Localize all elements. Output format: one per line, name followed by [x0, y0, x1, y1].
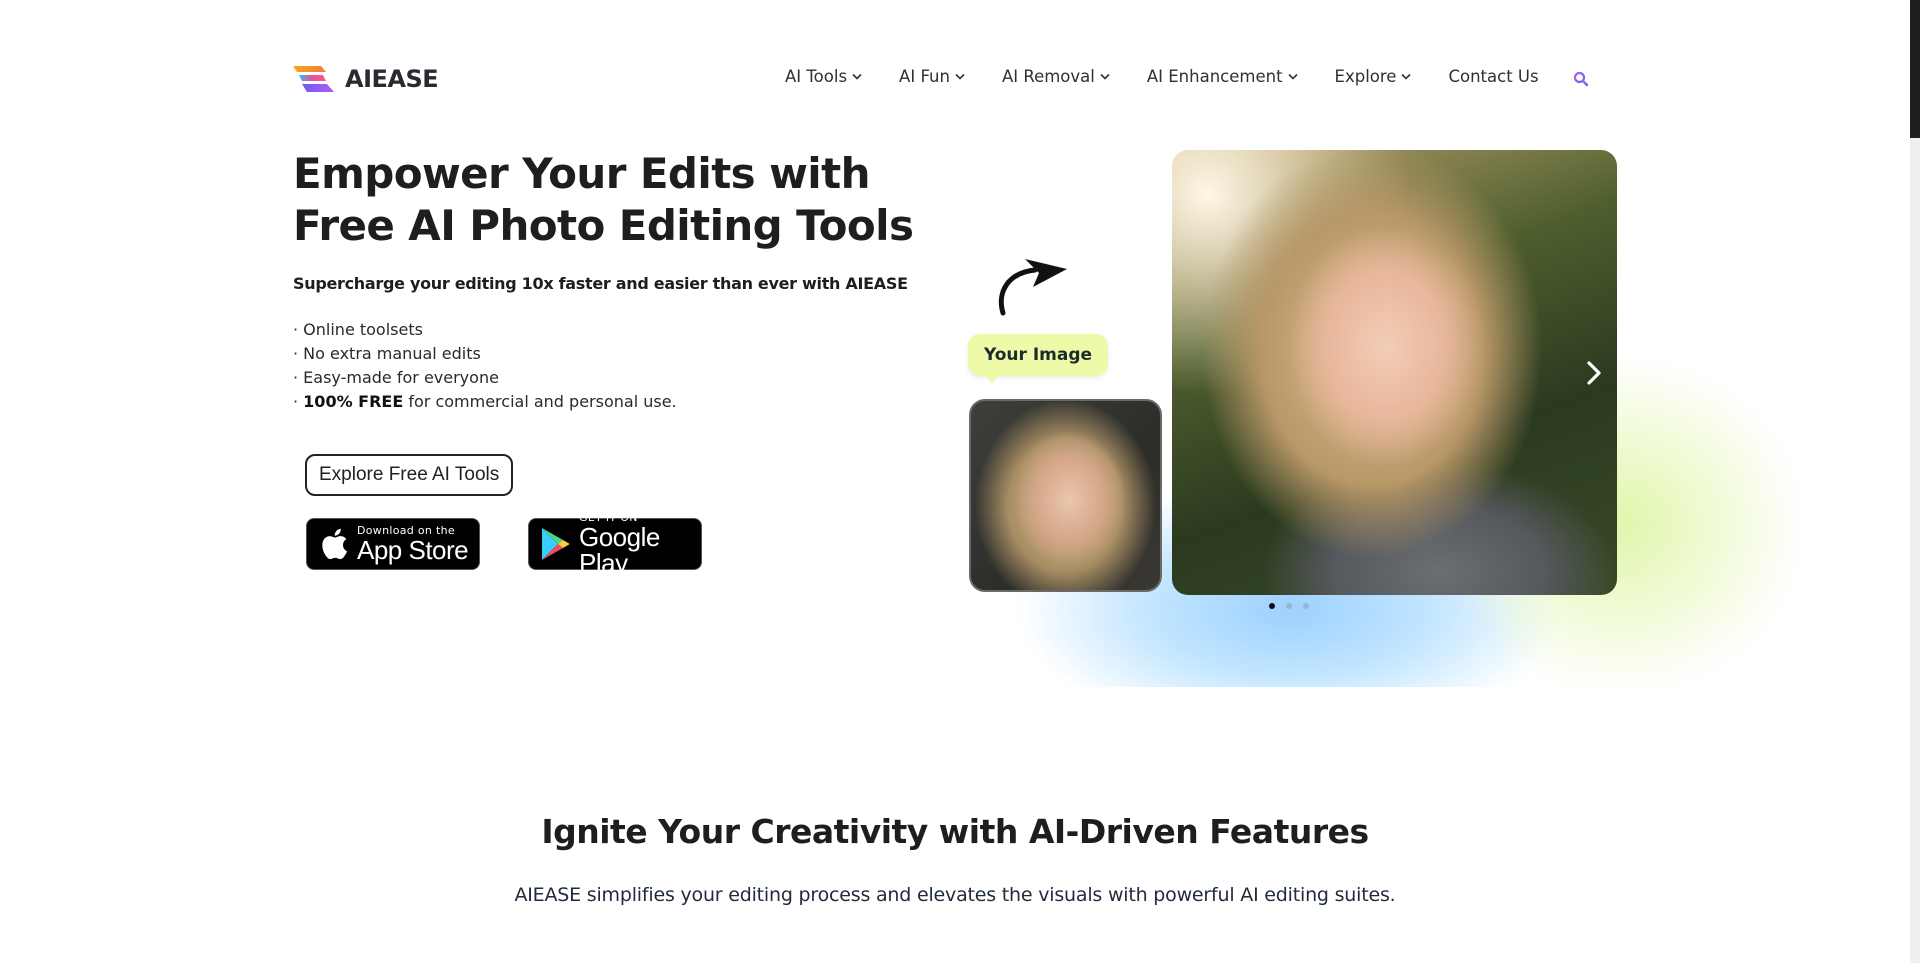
nav-label: AI Enhancement [1146, 66, 1283, 86]
google-play-text: GET IT ON Google Play [579, 512, 701, 576]
site-header: AIEASE AI Tools AI Fun AI Removal AI Enh… [0, 0, 1910, 140]
bullet-text: Online toolsets [303, 320, 423, 339]
google-play-big-text: Google Play [579, 522, 660, 578]
bullet-item: · 100% FREE for commercial and personal … [293, 390, 677, 414]
bullet-item: · Online toolsets [293, 318, 677, 342]
feature-bullet-list: · Online toolsets · No extra manual edit… [293, 318, 677, 414]
nav-label: AI Tools [785, 66, 848, 86]
app-store-big-text: App Store [357, 535, 469, 565]
main-nav: AI Tools AI Fun AI Removal AI Enhancemen… [785, 64, 1589, 88]
aiease-logo-icon [293, 66, 334, 92]
search-icon[interactable] [1573, 71, 1589, 87]
nav-explore[interactable]: Explore [1335, 67, 1412, 86]
chevron-down-icon [955, 73, 965, 80]
bullet-dot: · [293, 344, 304, 363]
before-image [969, 399, 1162, 592]
nav-contact-us[interactable]: Contact Us [1448, 67, 1538, 86]
bullet-text: for commercial and personal use. [403, 392, 677, 411]
carousel-dot[interactable] [1303, 603, 1309, 609]
page-scrollbar[interactable] [1910, 0, 1920, 963]
nav-label: Contact Us [1448, 66, 1539, 86]
nav-label: AI Removal [1001, 66, 1095, 86]
bullet-text: Easy-made for everyone [303, 368, 499, 387]
google-play-badge[interactable]: GET IT ON Google Play [528, 512, 702, 576]
chevron-down-icon [1287, 73, 1298, 80]
apple-icon [322, 528, 347, 560]
nav-label: AI Fun [899, 66, 950, 86]
hero-subtitle: Supercharge your editing 10x faster and … [293, 274, 908, 293]
scrollbar-thumb[interactable] [1910, 0, 1920, 138]
nav-ai-enhancement[interactable]: AI Enhancement [1147, 67, 1298, 86]
bullet-bold-text: 100% FREE [303, 392, 404, 411]
carousel-dot[interactable] [1269, 603, 1275, 609]
after-image [1172, 150, 1617, 595]
bullet-item: · No extra manual edits [293, 342, 677, 366]
bullet-dot: · [293, 320, 304, 339]
nav-ai-fun[interactable]: AI Fun [899, 67, 965, 86]
nav-ai-removal[interactable]: AI Removal [1002, 67, 1110, 86]
features-title: Ignite Your Creativity with AI-Driven Fe… [541, 812, 1369, 851]
nav-ai-tools[interactable]: AI Tools [785, 67, 862, 86]
hero-title: Empower Your Edits with Free AI Photo Ed… [293, 149, 914, 250]
app-store-badge[interactable]: Download on the App Store [306, 518, 480, 570]
app-store-text: Download on the App Store [357, 525, 469, 565]
nav-label: Explore [1334, 66, 1397, 86]
carousel-dot[interactable] [1286, 603, 1292, 609]
features-subtitle: AIEASE simplifies your editing process a… [514, 884, 1396, 906]
bullet-dot: · [293, 368, 304, 387]
chevron-down-icon [852, 73, 862, 80]
google-play-icon [542, 528, 570, 560]
gradient-cutoff [830, 687, 1920, 747]
carousel-pagination [1269, 603, 1309, 609]
carousel-next-arrow-icon[interactable] [1584, 360, 1604, 386]
bullet-item: · Easy-made for everyone [293, 366, 677, 390]
logo[interactable]: AIEASE [293, 64, 439, 94]
bullet-dot: · [293, 392, 304, 411]
bullet-text: No extra manual edits [303, 344, 481, 363]
logo-text: AIEASE [345, 65, 439, 93]
your-image-label: Your Image [968, 334, 1109, 384]
curved-arrow-icon [998, 259, 1067, 316]
explore-free-ai-tools-button[interactable]: Explore Free AI Tools [305, 454, 514, 496]
chevron-down-icon [1100, 73, 1110, 80]
chevron-down-icon [1401, 73, 1412, 80]
